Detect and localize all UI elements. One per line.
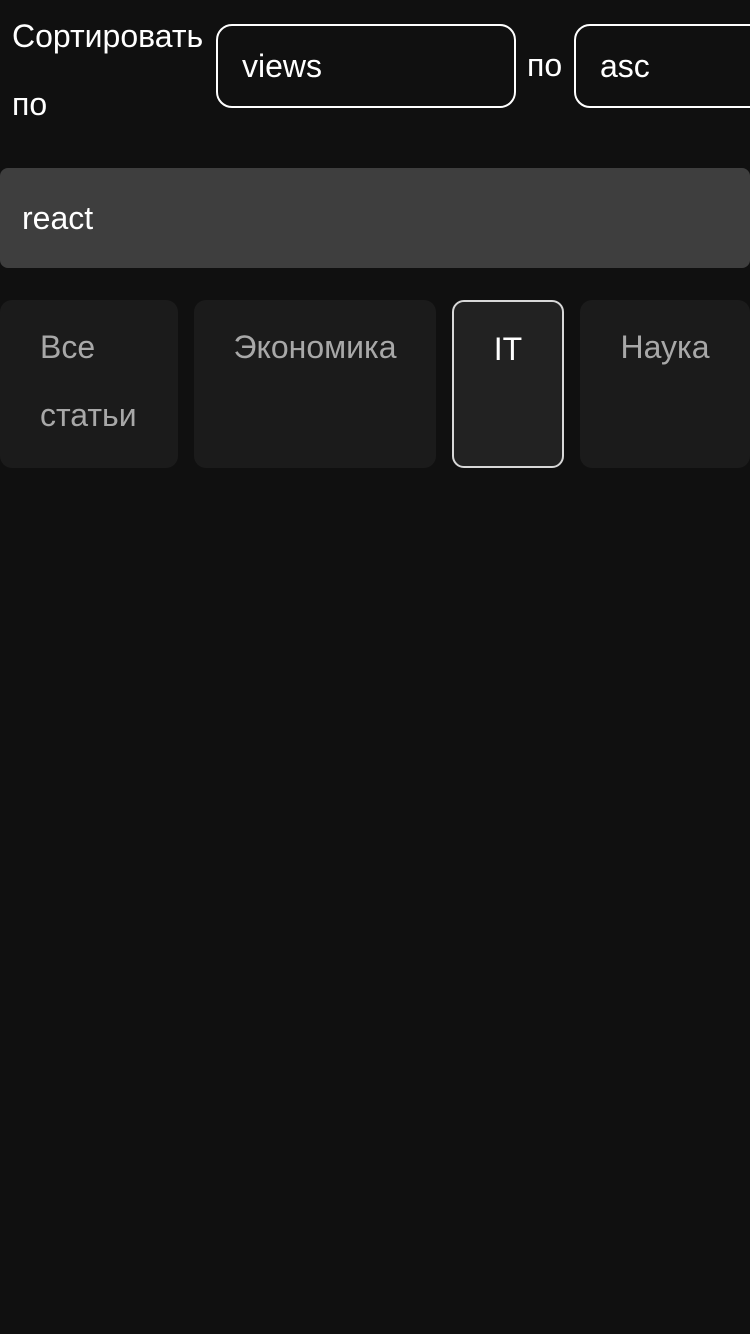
tab-it[interactable]: IT xyxy=(452,300,564,468)
articles-page: Сортировать по views по asc react Все ст… xyxy=(0,0,750,1334)
sort-label: Сортировать по xyxy=(12,18,204,122)
sort-field-select[interactable]: views xyxy=(216,24,516,108)
sort-order-label: по xyxy=(527,47,563,83)
tab-science[interactable]: Наука xyxy=(580,300,750,468)
tab-label: Экономика xyxy=(233,329,397,365)
sort-order-select[interactable]: asc xyxy=(574,24,750,108)
tab-all-articles[interactable]: Все статьи xyxy=(0,300,178,468)
tab-economics[interactable]: Экономика xyxy=(194,300,436,468)
tab-label: IT xyxy=(493,331,523,367)
tab-label: Все статьи xyxy=(40,329,137,433)
sort-order-value: asc xyxy=(600,47,650,84)
search-input[interactable]: react xyxy=(0,168,750,268)
tab-label: Наука xyxy=(620,329,710,365)
sort-field-value: views xyxy=(242,47,323,84)
